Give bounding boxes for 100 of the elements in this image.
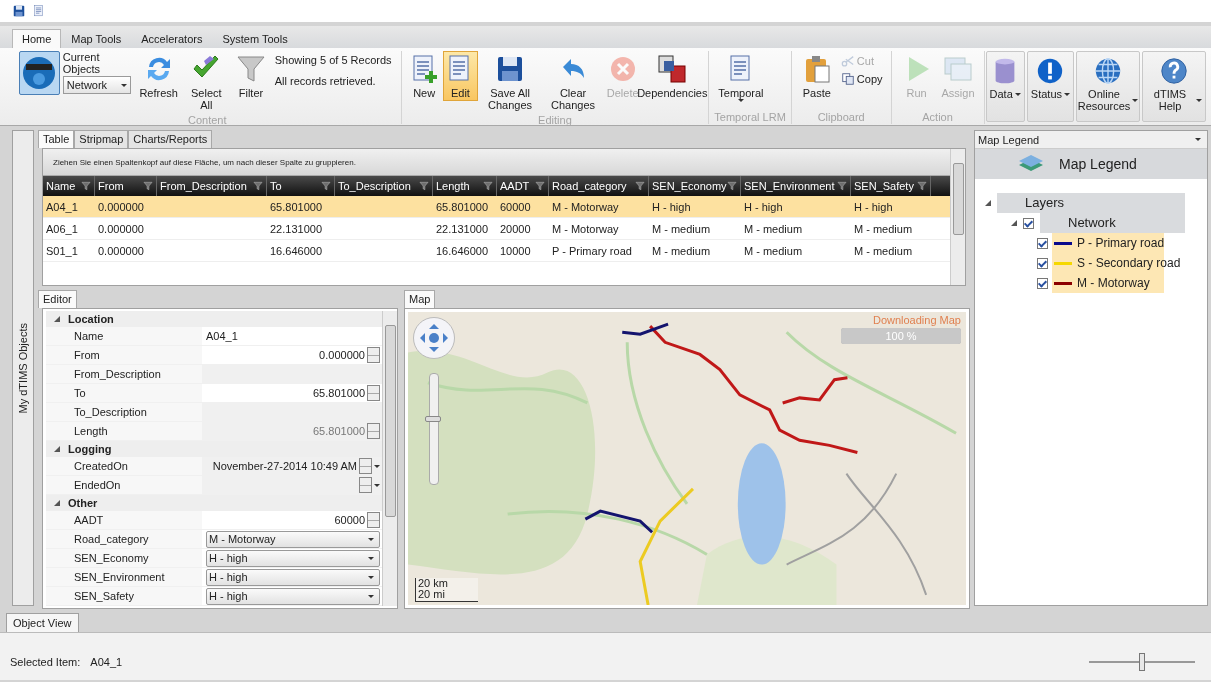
layer-checkbox[interactable] — [1023, 217, 1034, 229]
table-cell: 60000 — [500, 200, 531, 213]
caret-icon — [368, 556, 374, 560]
expander-icon[interactable] — [54, 500, 60, 506]
expander-icon[interactable] — [54, 316, 60, 322]
property-label: SEN_Safety — [74, 590, 134, 602]
status-label: Selected Item: — [10, 655, 81, 668]
caret-icon — [368, 537, 374, 541]
ribbon-tab[interactable]: Map Tools — [61, 29, 132, 48]
legend-dropdown[interactable]: Map Legend — [975, 131, 1207, 149]
table-cell: 65.801000 — [436, 200, 488, 213]
funnel-icon — [837, 181, 847, 191]
property-label: From_Description — [74, 368, 161, 380]
caret-icon — [368, 594, 374, 598]
ribbon-button[interactable]: Select All — [181, 51, 232, 114]
ribbon-button[interactable]: New — [406, 51, 442, 102]
table-cell: A04_1 — [46, 200, 78, 213]
expander-icon[interactable] — [1011, 220, 1017, 226]
scale-bar: 20 km 20 mi — [415, 577, 478, 602]
spinner-icon[interactable] — [367, 347, 380, 363]
table-cell: 16.646000 — [270, 244, 322, 257]
app-logo-icon — [22, 56, 57, 90]
property-label: SEN_Economy — [74, 552, 149, 564]
download-status: Downloading Map — [872, 314, 961, 326]
table-row[interactable]: A06_1 0.000000 22.131000 22.131000 20000 M - Motorway M - medium M - medium M - medium — [43, 218, 950, 240]
table-cell: M - Motorway — [552, 200, 619, 213]
property-label: Road_category — [74, 533, 149, 545]
table-cell: 16.646000 — [436, 244, 488, 257]
table-cell: M - Motorway — [552, 222, 619, 235]
menu-button[interactable]: Data — [985, 51, 1025, 122]
ribbon-button[interactable]: Temporal — [714, 51, 768, 105]
caret-icon — [1195, 138, 1201, 141]
copy-icon — [840, 72, 855, 86]
table-row[interactable]: A04_1 0.000000 65.801000 65.801000 60000 M - Motorway H - high H - high H - high — [43, 196, 950, 218]
property-label: To_Description — [74, 406, 147, 418]
table-cell: H - high — [854, 200, 893, 213]
status-value: A04_1 — [90, 655, 123, 668]
side-panel-tab[interactable]: My dTIMS Objects — [17, 322, 29, 414]
document-icon — [32, 4, 46, 18]
view-tab[interactable]: Charts/Reports — [128, 130, 213, 148]
legend-group-label: Network — [1040, 213, 1185, 233]
ribbon-button[interactable]: Edit — [442, 51, 479, 102]
category-label: Logging — [68, 443, 112, 455]
table-cell: 10000 — [500, 244, 531, 257]
ribbon-button[interactable]: Filter — [232, 51, 270, 102]
ribbon-button[interactable]: Paste — [796, 51, 837, 102]
funnel-icon — [234, 53, 267, 85]
table-cell: 22.131000 — [270, 222, 322, 235]
scissors-icon — [840, 54, 855, 68]
documents-icon — [656, 53, 689, 85]
menu-button[interactable]: dTIMS Help — [1142, 51, 1206, 122]
property-label: Length — [74, 425, 108, 437]
layer-checkbox[interactable] — [1037, 237, 1048, 249]
scrollbar[interactable] — [382, 311, 397, 606]
table-cell: M - medium — [744, 222, 803, 235]
funnel-icon — [483, 181, 493, 191]
ribbon-tab[interactable]: System Tools — [212, 29, 298, 48]
scrollbar[interactable] — [950, 149, 965, 285]
view-tab[interactable]: Object View — [6, 613, 79, 632]
layer-checkbox[interactable] — [1037, 257, 1048, 269]
status-text: Showing 5 of 5 Records — [274, 54, 392, 66]
funnel-icon — [419, 181, 429, 191]
caret-icon — [737, 99, 744, 103]
table-cell: H - high — [744, 200, 783, 213]
property-label: Name — [74, 330, 104, 342]
ribbon-button[interactable]: Clear Changes — [542, 51, 605, 114]
legend-item-label: S - Secondary road — [1077, 256, 1181, 270]
layer-checkbox[interactable] — [1037, 277, 1048, 289]
expander-icon[interactable] — [54, 446, 60, 452]
property-label: From — [74, 349, 100, 361]
expander-icon[interactable] — [985, 200, 991, 206]
property-label: To — [74, 387, 86, 399]
funnel-icon — [81, 181, 91, 191]
slider-thumb[interactable] — [425, 416, 441, 422]
spinner-icon[interactable] — [367, 385, 380, 401]
help-icon — [1159, 56, 1189, 86]
app-logo-button[interactable] — [19, 51, 60, 95]
menu-button[interactable]: Online Resources — [1076, 51, 1140, 122]
funnel-icon — [917, 181, 927, 191]
ribbon-button[interactable]: Save All Changes — [479, 51, 542, 114]
property-label: EndedOn — [74, 479, 121, 491]
ribbon-button[interactable]: Refresh — [136, 51, 181, 102]
funnel-icon — [321, 181, 331, 191]
ribbon-tab[interactable]: Accelerators — [131, 29, 213, 48]
map-tab[interactable]: Map — [404, 290, 436, 308]
menu-button[interactable]: Status — [1026, 51, 1074, 122]
ribbon-tab[interactable]: Home — [12, 29, 62, 48]
slider-thumb[interactable] — [1139, 652, 1145, 671]
view-tab[interactable]: Table — [38, 130, 75, 148]
table-cell: S01_1 — [46, 244, 78, 257]
group-label: Content — [187, 113, 228, 128]
spinner-icon[interactable] — [367, 512, 380, 528]
table-cell: M - medium — [652, 244, 711, 257]
combo-label: Current Objects — [62, 51, 102, 75]
ribbon-small-button[interactable]: Copy — [837, 71, 886, 87]
table-row[interactable]: S01_1 0.000000 16.646000 16.646000 10000 P - Primary road M - medium M - medium M - medium — [43, 240, 950, 262]
object-type-dropdown[interactable]: Network — [62, 76, 131, 94]
editor-tab[interactable]: Editor — [38, 290, 77, 308]
view-tab[interactable]: Stripmap — [74, 130, 129, 148]
group-label: Action — [921, 110, 954, 124]
